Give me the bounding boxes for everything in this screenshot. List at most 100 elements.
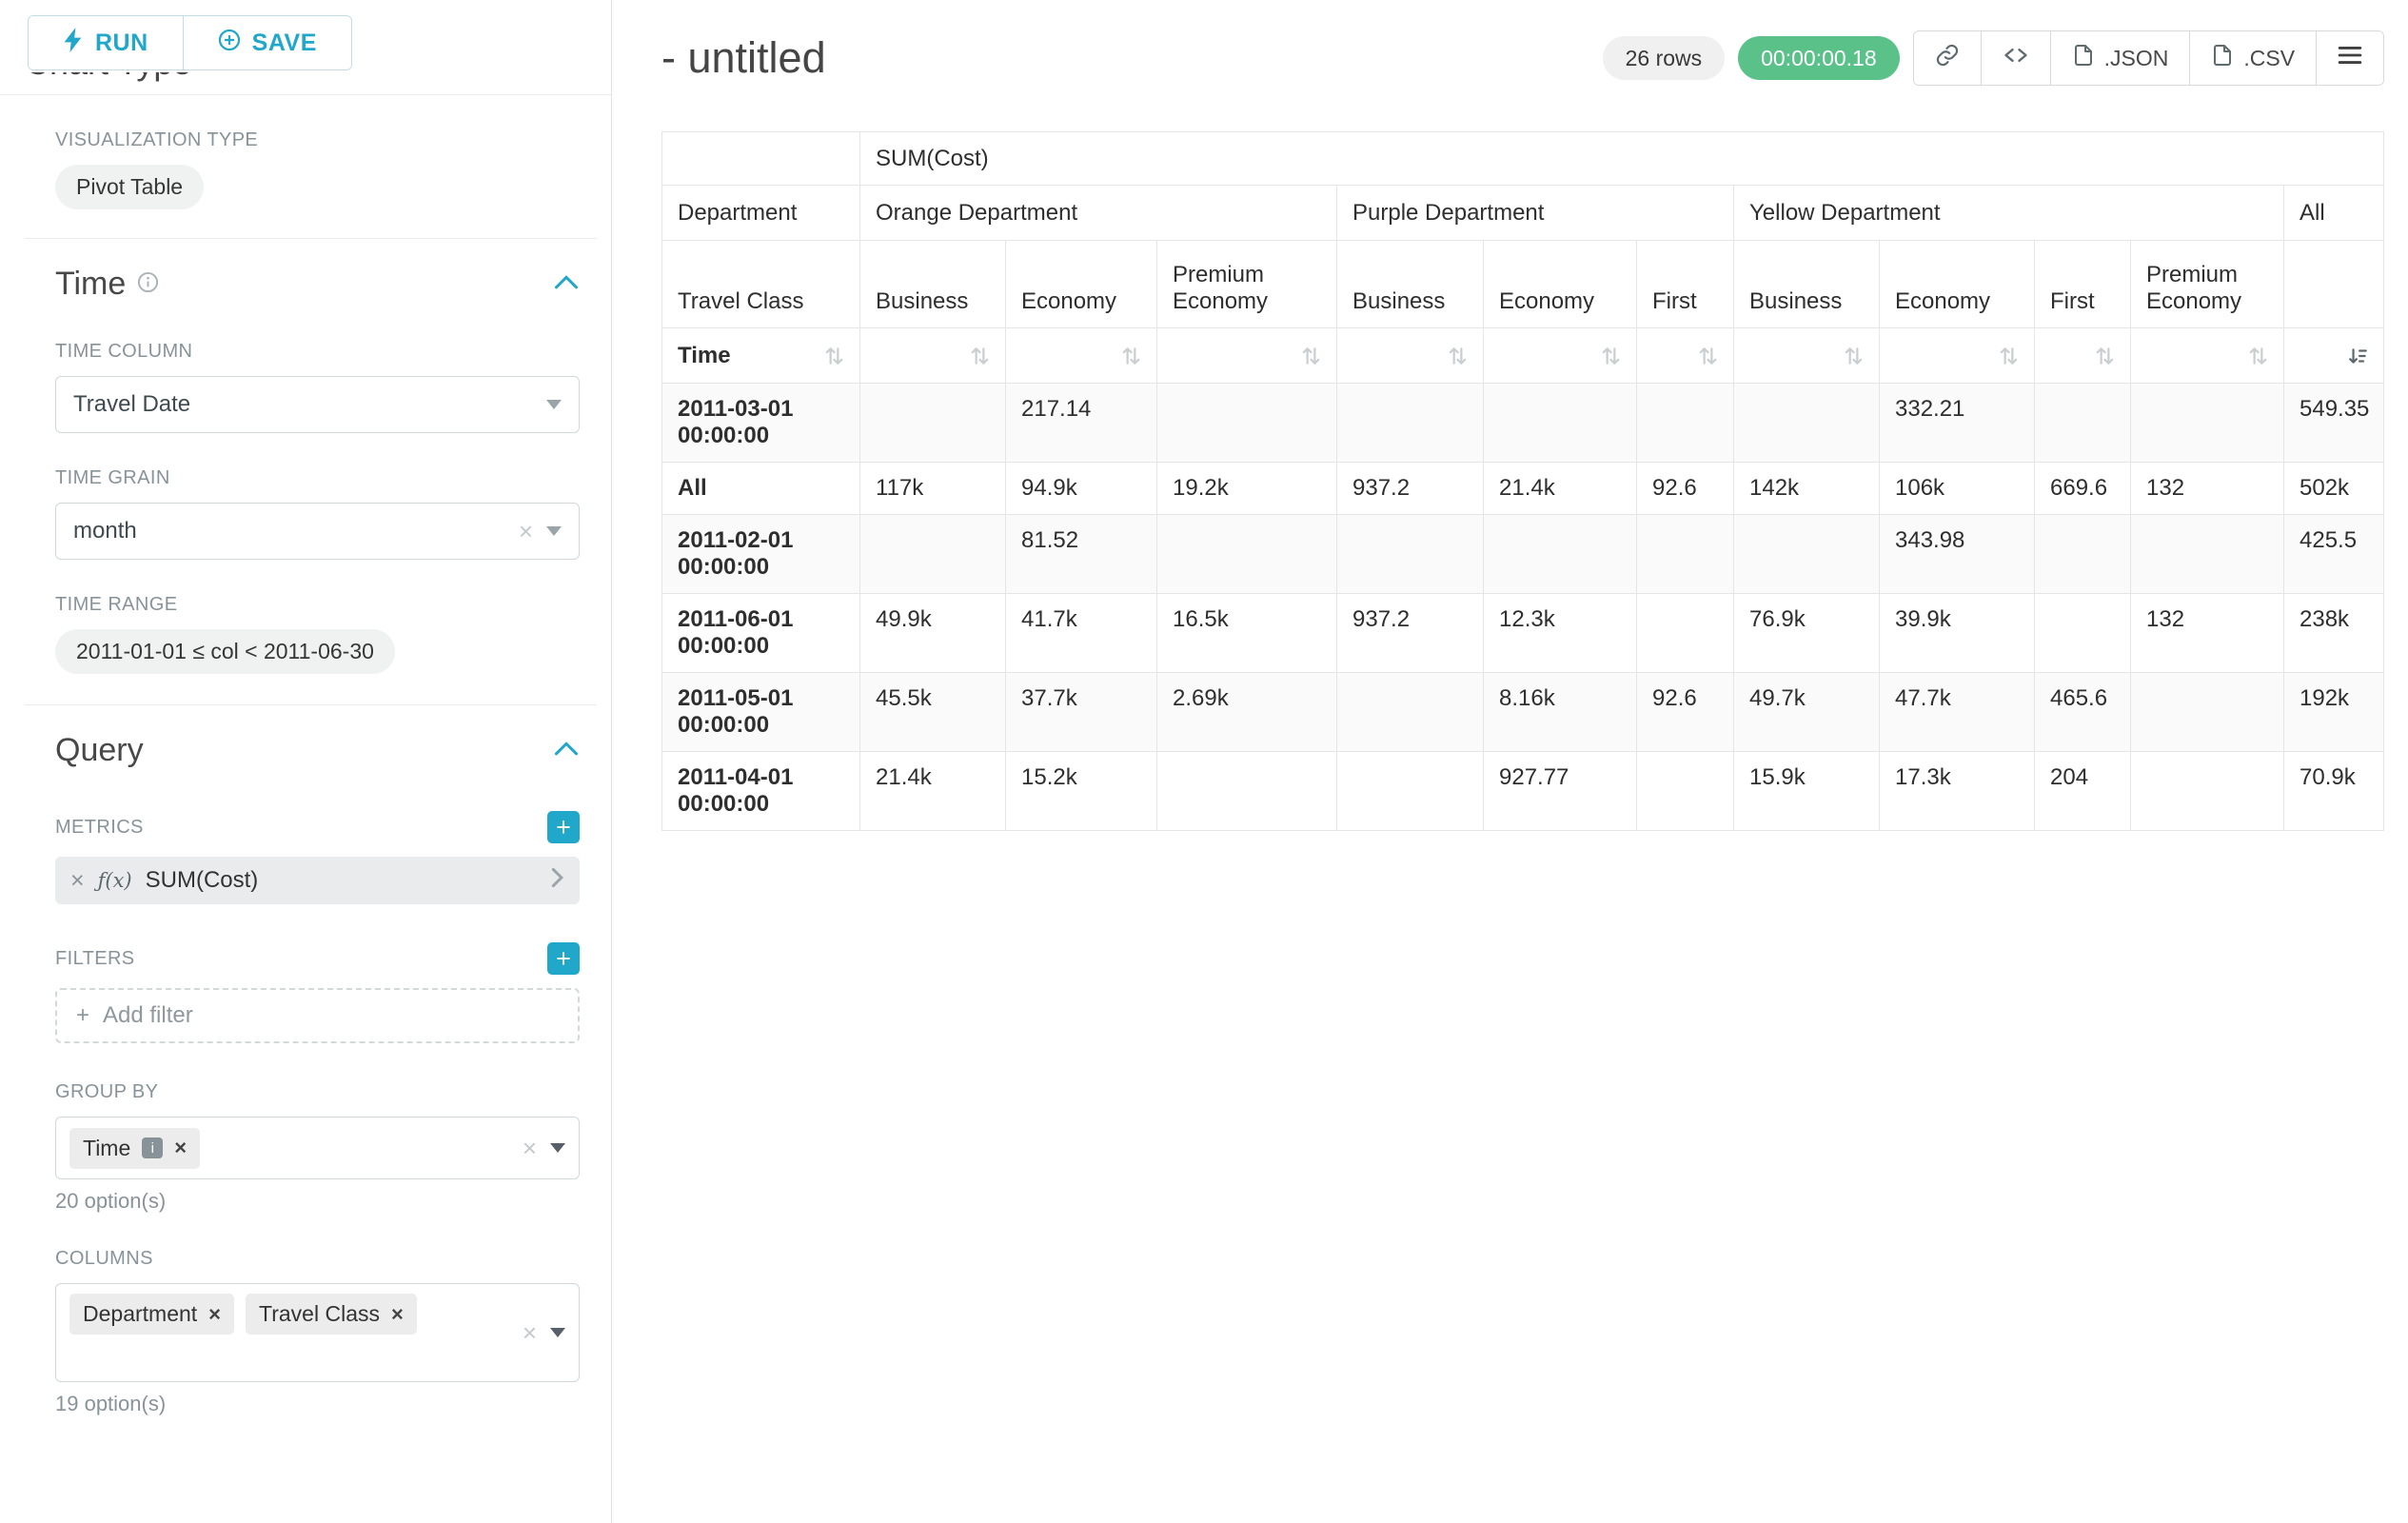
- pivot-cell: [1157, 515, 1337, 594]
- pivot-cell: [2131, 752, 2284, 831]
- share-link-button[interactable]: [1914, 31, 1981, 85]
- columns-chip-travel-class[interactable]: Travel Class ×: [246, 1294, 417, 1335]
- chip-label: Department: [83, 1301, 197, 1327]
- control-panel-header: Chart Type RUN SAVE: [0, 0, 611, 95]
- pivot-sort-cell[interactable]: [2035, 328, 2131, 384]
- visualization-type-value[interactable]: Pivot Table: [55, 165, 204, 209]
- add-filter-placeholder: Add filter: [103, 1002, 193, 1029]
- remove-chip-icon[interactable]: ×: [208, 1302, 221, 1327]
- pivot-cell: 94.9k: [1006, 463, 1157, 515]
- time-range-value[interactable]: 2011-01-01 ≤ col < 2011-06-30: [55, 629, 395, 674]
- info-icon: [137, 271, 159, 298]
- query-timer-badge: 00:00:00.18: [1738, 36, 1900, 80]
- pivot-sort-cell[interactable]: [860, 328, 1006, 384]
- sort-icon[interactable]: [1448, 346, 1468, 366]
- sort-active-icon[interactable]: [2348, 346, 2368, 366]
- remove-chip-icon[interactable]: ×: [391, 1302, 404, 1327]
- chip-label: Travel Class: [259, 1301, 380, 1327]
- clear-icon[interactable]: ×: [523, 1136, 537, 1160]
- save-button[interactable]: SAVE: [183, 16, 351, 69]
- clear-icon[interactable]: ×: [519, 519, 533, 544]
- query-section-header[interactable]: Query: [55, 732, 580, 769]
- groupby-chip-time[interactable]: Time i ×: [69, 1128, 200, 1169]
- chevron-up-icon[interactable]: [553, 739, 580, 762]
- pivot-cell: [1337, 752, 1484, 831]
- remove-metric-icon[interactable]: ×: [70, 867, 85, 895]
- chart-header: - untitled 26 rows 00:00:00.18: [661, 25, 2384, 91]
- sort-icon[interactable]: [2248, 346, 2268, 366]
- sort-icon[interactable]: [970, 346, 990, 366]
- time-section-header[interactable]: Time: [55, 266, 580, 303]
- pivot-cell: 343.98: [1880, 515, 2035, 594]
- pivot-cell: [1484, 384, 1637, 463]
- pivot-sort-cell[interactable]: [1337, 328, 1484, 384]
- pivot-cell: 81.52: [1006, 515, 1157, 594]
- add-filter-button[interactable]: +: [547, 942, 580, 975]
- pivot-cell: 425.5: [2284, 515, 2384, 594]
- pivot-cell: 45.5k: [860, 673, 1006, 752]
- pivot-cell: 21.4k: [860, 752, 1006, 831]
- columns-select[interactable]: Department × Travel Class × ×: [55, 1283, 580, 1382]
- pivot-sort-cell[interactable]: [1006, 328, 1157, 384]
- pivot-cell: [1337, 384, 1484, 463]
- metric-name: SUM(Cost): [146, 867, 259, 894]
- time-grain-select[interactable]: month ×: [55, 503, 580, 560]
- groupby-label: GROUP BY: [55, 1081, 580, 1103]
- pivot-cell: 192k: [2284, 673, 2384, 752]
- pivot-cell: 16.5k: [1157, 594, 1337, 673]
- row-count-badge: 26 rows: [1603, 36, 1726, 80]
- pivot-sort-cell[interactable]: [1734, 328, 1880, 384]
- more-options-button[interactable]: [2316, 31, 2383, 85]
- pivot-cell: [1157, 752, 1337, 831]
- section-divider: [25, 238, 597, 239]
- pivot-cell: 70.9k: [2284, 752, 2384, 831]
- pivot-sort-cell[interactable]: [2284, 328, 2384, 384]
- pivot-sort-cell[interactable]: [1484, 328, 1637, 384]
- sort-icon[interactable]: [1121, 346, 1141, 366]
- sort-icon[interactable]: [1698, 346, 1718, 366]
- link-icon: [1935, 43, 1960, 73]
- pivot-table: SUM(Cost)DepartmentOrange DepartmentPurp…: [661, 131, 2384, 831]
- clear-icon[interactable]: ×: [523, 1320, 537, 1345]
- pivot-col-dimension: Department: [662, 186, 860, 241]
- pivot-sort-cell[interactable]: [2131, 328, 2284, 384]
- plus-icon: +: [76, 1002, 89, 1029]
- columns-chip-department[interactable]: Department ×: [69, 1294, 234, 1335]
- pivot-sort-cell[interactable]: [1637, 328, 1734, 384]
- pivot-cell: [1637, 752, 1734, 831]
- pivot-cell: 19.2k: [1157, 463, 1337, 515]
- table-row: All117k94.9k19.2k937.221.4k92.6142k106k6…: [662, 463, 2384, 515]
- metric-chip[interactable]: × ƒ(x) SUM(Cost): [55, 857, 580, 904]
- run-button[interactable]: RUN: [29, 16, 183, 69]
- chevron-down-icon: [546, 400, 562, 409]
- sort-icon[interactable]: [1999, 346, 2019, 366]
- groupby-select[interactable]: Time i × ×: [55, 1117, 580, 1179]
- sort-icon[interactable]: [1301, 346, 1321, 366]
- sort-icon[interactable]: [2095, 346, 2115, 366]
- pivot-cell: [1337, 515, 1484, 594]
- pivot-cell: [2131, 515, 2284, 594]
- pivot-sort-cell[interactable]: [1880, 328, 2035, 384]
- sort-icon[interactable]: [824, 346, 844, 366]
- add-filter-dropzone[interactable]: + Add filter: [55, 988, 580, 1043]
- sort-icon[interactable]: [1601, 346, 1621, 366]
- pivot-sort-cell[interactable]: [1157, 328, 1337, 384]
- pivot-cell: [1484, 515, 1637, 594]
- chevron-up-icon[interactable]: [553, 272, 580, 296]
- export-csv-button[interactable]: .CSV: [2189, 31, 2316, 85]
- pivot-row-label: 2011-06-01 00:00:00: [662, 594, 860, 673]
- pivot-cell: 142k: [1734, 463, 1880, 515]
- pivot-class-header: First: [1637, 241, 1734, 328]
- remove-chip-icon[interactable]: ×: [174, 1136, 187, 1160]
- view-query-button[interactable]: [1981, 31, 2050, 85]
- pivot-cell: 76.9k: [1734, 594, 1880, 673]
- chart-area: - untitled 26 rows 00:00:00.18: [612, 0, 2408, 1523]
- add-metric-button[interactable]: +: [547, 811, 580, 843]
- function-icon: ƒ(x): [98, 869, 132, 892]
- time-column-select[interactable]: Travel Date: [55, 376, 580, 433]
- pivot-cell: 92.6: [1637, 463, 1734, 515]
- export-json-button[interactable]: .JSON: [2050, 31, 2190, 85]
- pivot-cell: [860, 384, 1006, 463]
- chevron-right-icon: [549, 867, 564, 895]
- sort-icon[interactable]: [1844, 346, 1864, 366]
